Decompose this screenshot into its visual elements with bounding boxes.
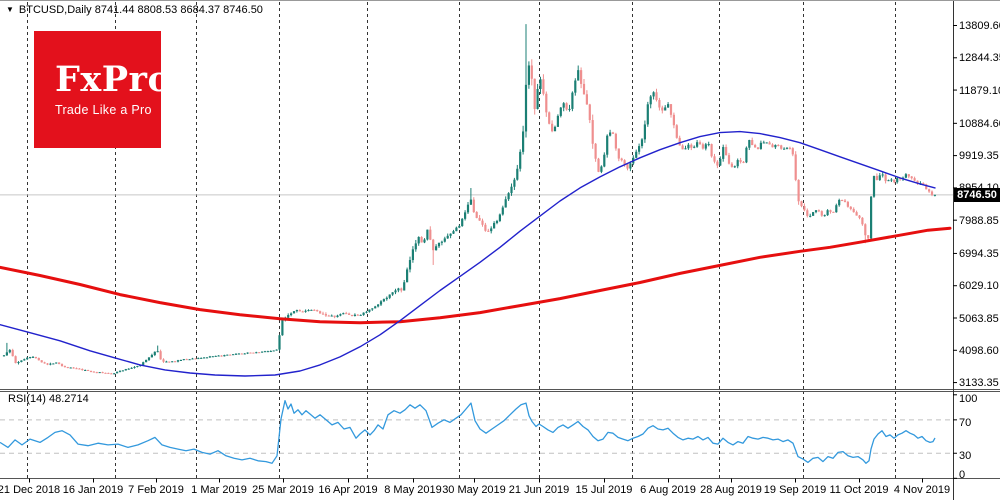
price-axis-tick: 13809.60 bbox=[959, 20, 1000, 32]
price-axis-tick: 11879.10 bbox=[959, 84, 1000, 97]
price-axis-tick: 12844.35 bbox=[959, 52, 1000, 65]
rsi-axis-tick: 0 bbox=[959, 469, 966, 481]
price-axis-tick: 7988.85 bbox=[959, 214, 999, 227]
rsi-indicator-label: RSI(14) 48.2714 bbox=[8, 393, 89, 405]
symbol-dropdown-icon: ▼ bbox=[6, 5, 14, 14]
price-axis-tick: 4098.60 bbox=[959, 344, 999, 357]
rsi-axis-tick: 100 bbox=[959, 392, 978, 405]
time-axis-tick: 4 Nov 2019 bbox=[893, 484, 951, 496]
price-axis-tick: 6994.35 bbox=[959, 247, 999, 260]
current-price-tag: 8746.50 bbox=[954, 188, 1000, 202]
fxpro-logo-tagline: Trade Like a Pro bbox=[55, 102, 152, 117]
fxpro-logo: FxPro Trade Like a Pro bbox=[34, 31, 172, 148]
price-axis-tick: 6029.10 bbox=[959, 280, 999, 293]
price-axis-tick: 10884.60 bbox=[959, 117, 1000, 130]
fxpro-logo-brand: FxPro bbox=[55, 59, 172, 101]
price-axis-tick: 3133.35 bbox=[959, 377, 999, 390]
rsi-axis-tick: 70 bbox=[959, 416, 972, 429]
price-axis-tick: 9919.35 bbox=[959, 150, 999, 163]
chart-title-text: BTCUSD,Daily 8741.44 8808.53 8684.37 874… bbox=[18, 4, 263, 16]
rsi-axis-tick: 30 bbox=[959, 450, 972, 463]
price-axis-tick: 5063.85 bbox=[959, 312, 999, 325]
chart-title: ▼ BTCUSD,Daily 8741.44 8808.53 8684.37 8… bbox=[6, 4, 263, 16]
chart-window: ▼ BTCUSD,Daily 8741.44 8808.53 8684.37 8… bbox=[0, 0, 1000, 500]
